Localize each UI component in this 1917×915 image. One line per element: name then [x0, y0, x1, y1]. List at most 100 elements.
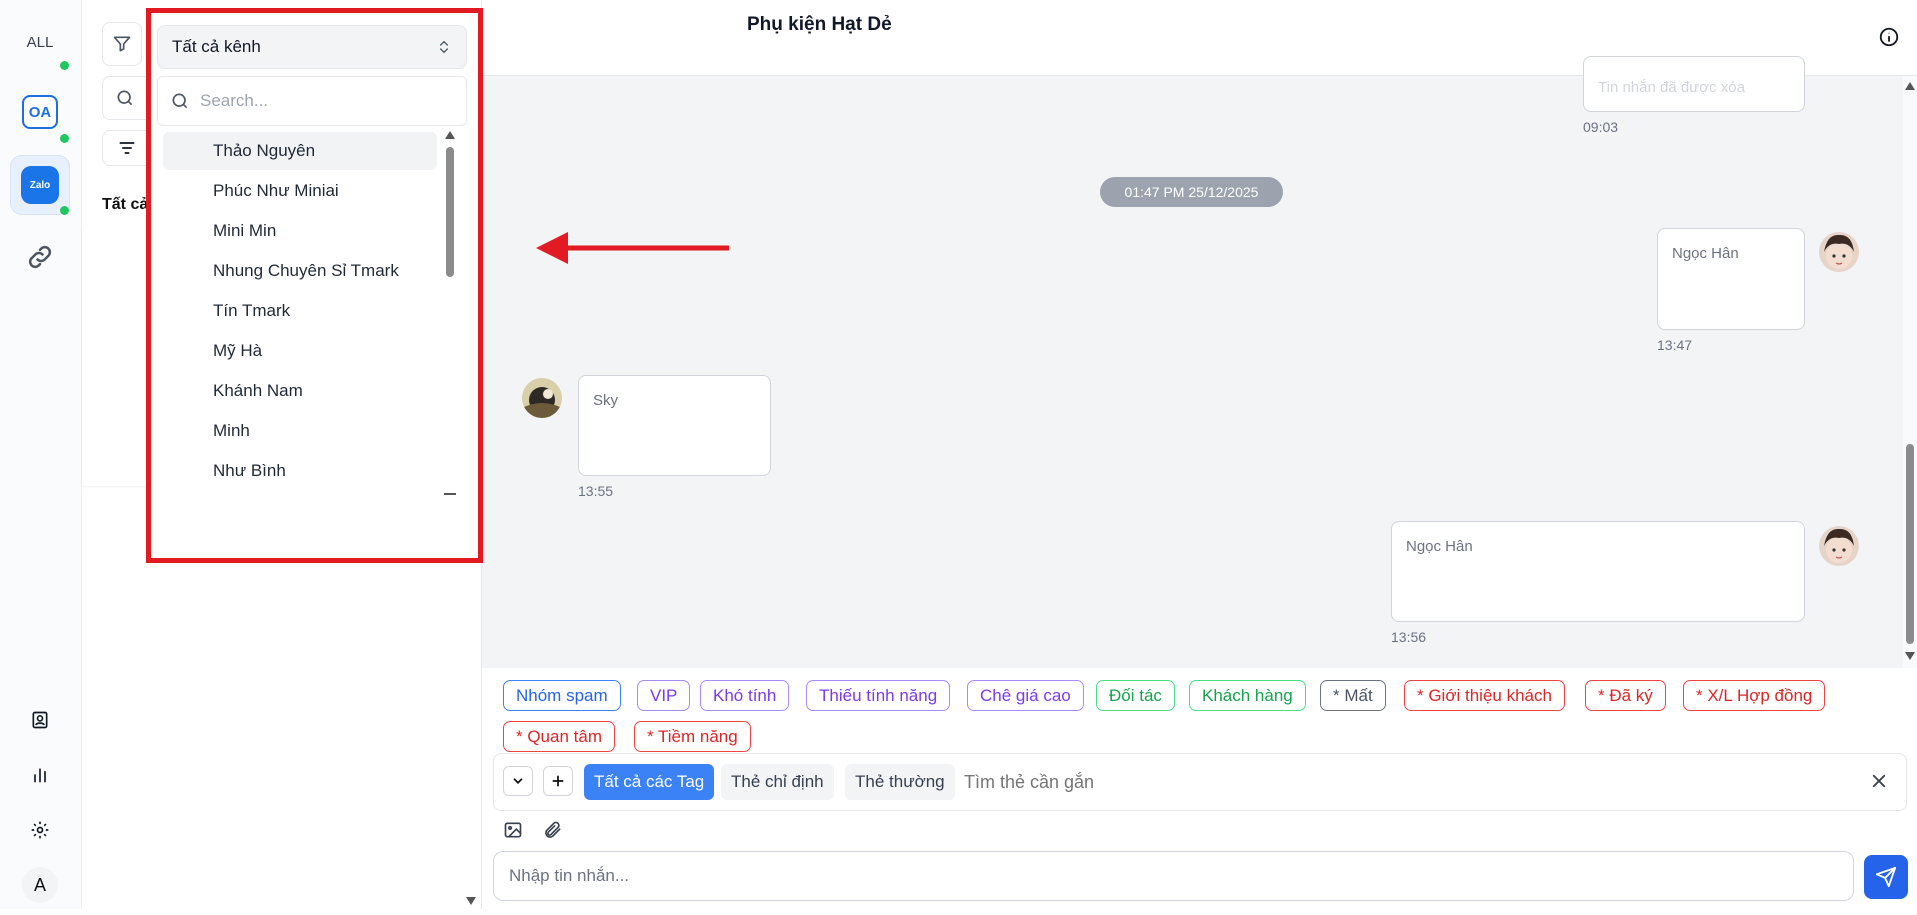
- tag-chip[interactable]: Nhóm spam: [503, 680, 621, 711]
- paper-plane-icon: [1875, 866, 1897, 888]
- send-button[interactable]: [1864, 855, 1908, 899]
- funnel-icon: [113, 36, 131, 52]
- channel-option[interactable]: Minh: [163, 412, 437, 450]
- tab-normal-tags[interactable]: Thẻ thường: [845, 764, 955, 800]
- link-button[interactable]: [10, 227, 70, 287]
- analytics-button[interactable]: [10, 745, 70, 805]
- chat-messages-area[interactable]: Tin nhắn đã được xóa 09:03 01:47 PM 25/1…: [482, 56, 1903, 668]
- message-time: 09:03: [1583, 119, 1619, 135]
- scroll-down-arrow-icon: [466, 897, 476, 905]
- message-composer: [493, 851, 1854, 901]
- tag-chip[interactable]: Thiếu tính năng: [806, 680, 951, 711]
- channel-option[interactable]: Khánh Nam: [163, 372, 437, 410]
- online-dot: [60, 134, 69, 143]
- tag-chip[interactable]: Khó tính: [700, 680, 790, 711]
- sort-lines-icon: [119, 142, 135, 154]
- channel-option[interactable]: Tín Tmark: [163, 292, 437, 330]
- close-icon: [1872, 774, 1886, 788]
- gear-icon: [31, 821, 49, 839]
- avatar[interactable]: [522, 378, 562, 418]
- chat-scrollbar[interactable]: [1903, 76, 1917, 668]
- tag-chip[interactable]: * Đã ký: [1585, 680, 1666, 711]
- channel-dropdown: Tất cả kênh Thảo Nguyên Phúc Như Miniai …: [146, 8, 483, 563]
- collapse-tags-button[interactable]: [503, 766, 533, 796]
- channel-option[interactable]: Mini Min: [163, 212, 437, 250]
- message-sender: Sky: [593, 392, 619, 409]
- user-avatar: A: [22, 867, 58, 903]
- scroll-up-arrow-icon: [1905, 82, 1915, 90]
- chevron-down-icon: [513, 778, 523, 784]
- tab-all-conversations[interactable]: Tất cả: [102, 196, 148, 214]
- tag-chip[interactable]: * Tiềm năng: [634, 721, 751, 752]
- contact-book-icon: [32, 711, 48, 729]
- tag-filter-bar: Tất cả các Tag Thẻ chỉ định Thẻ thường: [493, 753, 1907, 811]
- tag-chip[interactable]: * Quan tâm: [503, 721, 615, 752]
- tag-chip[interactable]: Khách hàng: [1189, 680, 1306, 711]
- deleted-message-text: Tin nhắn đã được xóa: [1598, 79, 1745, 96]
- red-arrow-annotation: [536, 232, 729, 264]
- filter-button[interactable]: [102, 22, 142, 66]
- dropdown-scrollbar[interactable]: [444, 131, 456, 501]
- paperclip-icon: [545, 821, 561, 838]
- channel-select-value: Tất cả kênh: [172, 37, 261, 56]
- bar-chart-icon: [34, 768, 46, 783]
- user-initial: A: [33, 874, 46, 895]
- conversation-list-fragment: [82, 226, 152, 486]
- date-separator: 01:47 PM 25/12/2025: [1100, 177, 1283, 207]
- channel-option[interactable]: Mỹ Hà: [163, 332, 437, 370]
- add-tag-button[interactable]: [543, 766, 573, 796]
- scroll-thumb[interactable]: [1906, 444, 1914, 644]
- tab-all-tags[interactable]: Tất cả các Tag: [584, 764, 715, 800]
- contacts-button[interactable]: [10, 690, 70, 750]
- tag-chip[interactable]: * Mất: [1320, 680, 1386, 711]
- message-bubble[interactable]: Sky: [578, 375, 771, 476]
- tag-chip[interactable]: * X/L Hợp đồng: [1683, 680, 1826, 711]
- plus-icon: [552, 775, 564, 787]
- channel-search: [157, 76, 467, 126]
- tab-designated-tags[interactable]: Thẻ chỉ định: [721, 764, 834, 800]
- scroll-end-marker: [444, 493, 456, 495]
- message-sender: Ngọc Hân: [1406, 538, 1473, 555]
- message-time: 13:55: [578, 483, 614, 499]
- tag-chip[interactable]: Chê giá cao: [967, 680, 1084, 711]
- oa-logo-icon: OA: [22, 95, 58, 129]
- channel-option[interactable]: Phúc Như Miniai: [163, 172, 437, 210]
- scroll-thumb[interactable]: [446, 147, 454, 277]
- channel-search-input[interactable]: [200, 91, 440, 111]
- message-time: 13:47: [1657, 337, 1693, 353]
- search-icon: [117, 90, 133, 106]
- tag-chip[interactable]: * Giới thiệu khách: [1404, 680, 1565, 711]
- message-bubble[interactable]: Ngọc Hân: [1657, 228, 1805, 330]
- message-bubble[interactable]: Ngọc Hân: [1391, 521, 1805, 622]
- info-button[interactable]: [1878, 26, 1900, 48]
- channel-option[interactable]: Như Bình: [163, 452, 437, 490]
- attach-file-button[interactable]: [543, 820, 563, 840]
- message-sender: Ngọc Hân: [1672, 245, 1739, 262]
- settings-button[interactable]: [10, 800, 70, 860]
- oa-label: OA: [28, 103, 52, 121]
- info-icon: [1879, 27, 1899, 47]
- avatar-sky-icon: [522, 378, 562, 418]
- chevron-up-down-icon: [440, 40, 448, 54]
- page-title: Phụ kiện Hạt Dẻ: [747, 14, 892, 35]
- channel-oa-button[interactable]: OA: [10, 82, 70, 142]
- zalo-label: Zalo: [29, 179, 51, 191]
- all-label: ALL: [26, 33, 54, 51]
- search-icon: [172, 93, 188, 109]
- left-rail: ALL OA Zalo A: [0, 0, 82, 909]
- tag-search-input[interactable]: [964, 768, 1764, 796]
- channel-option[interactable]: Thảo Nguyên: [163, 132, 437, 170]
- channel-select[interactable]: Tất cả kênh: [157, 25, 467, 69]
- clear-tag-search-button[interactable]: [1870, 772, 1888, 790]
- attach-image-button[interactable]: [503, 820, 523, 840]
- user-avatar-button[interactable]: A: [10, 855, 70, 915]
- scroll-down-arrow-icon: [1905, 652, 1915, 660]
- avatar-ngoc-han-icon: [1819, 232, 1859, 272]
- message-input[interactable]: [509, 866, 1809, 886]
- channel-option[interactable]: Nhung Chuyên Sỉ Tmark: [163, 252, 437, 290]
- avatar[interactable]: [1819, 232, 1859, 272]
- tag-chip[interactable]: Đối tác: [1096, 680, 1175, 711]
- tag-chip[interactable]: VIP: [637, 680, 691, 711]
- link-icon: [28, 245, 52, 269]
- avatar[interactable]: [1819, 526, 1859, 566]
